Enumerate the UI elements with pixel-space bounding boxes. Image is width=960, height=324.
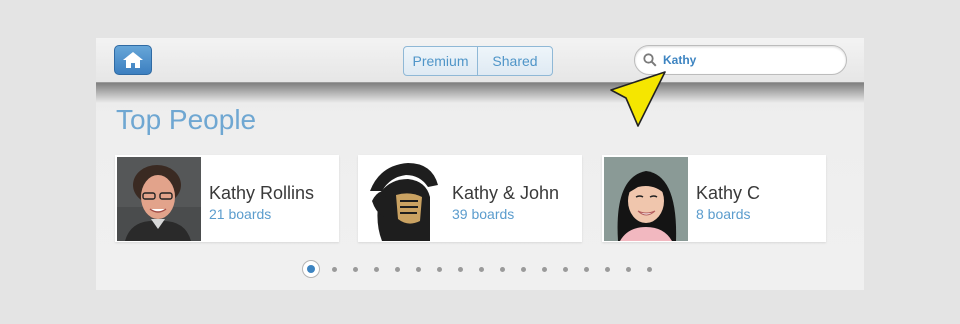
page-dot[interactable] [584, 266, 589, 272]
person-name: Kathy C [696, 183, 761, 203]
board-count[interactable]: 8 boards [696, 206, 750, 222]
pointer-arrow-icon [610, 71, 666, 127]
page-dot[interactable] [374, 266, 379, 272]
avatar [117, 157, 201, 241]
person-card[interactable]: Kathy & John 39 boards [358, 155, 582, 242]
board-count[interactable]: 39 boards [452, 206, 514, 222]
page-dot-active[interactable] [302, 260, 320, 278]
segmented-control: Premium Shared [403, 46, 553, 76]
page-dot[interactable] [542, 266, 547, 272]
page-dot[interactable] [605, 266, 610, 272]
person-card[interactable]: Kathy C 8 boards [602, 155, 826, 242]
tab-shared[interactable]: Shared [478, 47, 552, 75]
people-panel: Premium Shared Top People [96, 38, 864, 290]
page-dot[interactable] [332, 266, 337, 272]
page-dot[interactable] [416, 266, 421, 272]
home-icon [123, 52, 143, 68]
page-dot[interactable] [458, 266, 463, 272]
page-dot[interactable] [500, 266, 505, 272]
avatar [604, 157, 688, 241]
search-input[interactable] [663, 51, 833, 69]
person-name: Kathy & John [452, 183, 560, 203]
page-dot[interactable] [395, 266, 400, 272]
person-card[interactable]: Kathy Rollins 21 boards [115, 155, 339, 242]
page-dot[interactable] [647, 266, 652, 272]
search-icon [643, 53, 657, 67]
pagination-dots [302, 260, 668, 278]
board-count[interactable]: 21 boards [209, 206, 271, 222]
header-shadow [96, 83, 864, 103]
person-name: Kathy Rollins [209, 183, 315, 203]
top-bar: Premium Shared [96, 38, 864, 83]
avatar [360, 157, 444, 241]
page-dot[interactable] [479, 266, 484, 272]
section-title: Top People [116, 104, 257, 135]
page-dot[interactable] [563, 266, 568, 272]
page-dot[interactable] [521, 266, 526, 272]
home-button[interactable] [114, 45, 152, 75]
page-dot[interactable] [626, 266, 631, 272]
tab-premium[interactable]: Premium [404, 47, 478, 75]
page-dot[interactable] [437, 266, 442, 272]
page-dot[interactable] [353, 266, 358, 272]
